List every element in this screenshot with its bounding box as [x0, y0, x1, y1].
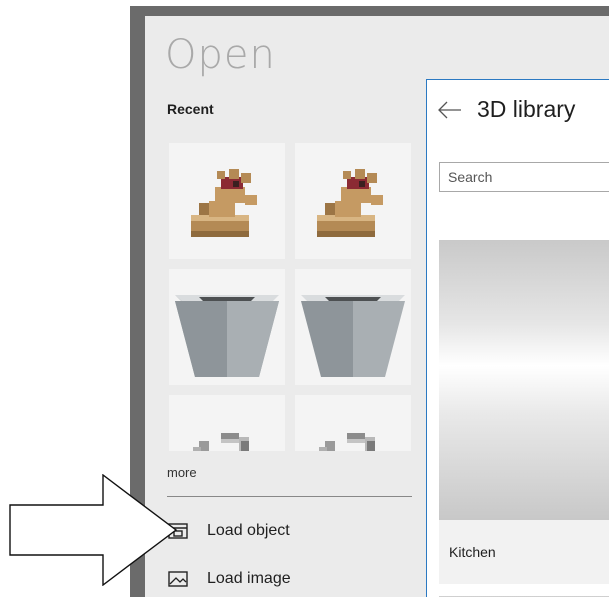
library-pane: 3D library Kitchen [426, 79, 609, 597]
planter-box-icon [301, 295, 405, 377]
recent-grid [169, 143, 411, 451]
pointer-arrow-icon [9, 474, 178, 586]
load-object-button[interactable]: Load object [167, 516, 412, 546]
kitchen-card-footer[interactable]: Kitchen [439, 520, 609, 584]
dialog-title: Open [165, 32, 276, 78]
kitchen-card-image[interactable] [439, 240, 609, 520]
kitchen-card-title: Kitchen [449, 544, 496, 560]
recent-item-5[interactable] [169, 395, 285, 451]
recent-item-4[interactable] [295, 269, 411, 385]
library-title: 3D library [477, 96, 576, 122]
voxel-figure-icon [317, 169, 383, 237]
open-dialog-window: Open Recent more Load object Load image … [130, 6, 609, 597]
grey-blocks-icon [319, 433, 375, 451]
library-header: 3D library [437, 96, 575, 123]
search-input[interactable] [439, 162, 609, 192]
load-image-button[interactable]: Load image [167, 564, 412, 594]
voxel-figure-icon [191, 169, 257, 237]
recent-item-1[interactable] [169, 143, 285, 259]
back-arrow-icon[interactable] [437, 100, 463, 120]
planter-box-icon [175, 295, 279, 377]
recent-heading: Recent [167, 101, 214, 117]
grey-blocks-icon [193, 433, 249, 451]
load-object-label: Load object [207, 522, 290, 539]
recent-item-2[interactable] [295, 143, 411, 259]
recent-item-3[interactable] [169, 269, 285, 385]
open-panel: Open Recent more Load object Load image … [145, 16, 609, 597]
recent-item-6[interactable] [295, 395, 411, 451]
menu-divider [167, 496, 412, 497]
load-image-label: Load image [207, 570, 291, 587]
